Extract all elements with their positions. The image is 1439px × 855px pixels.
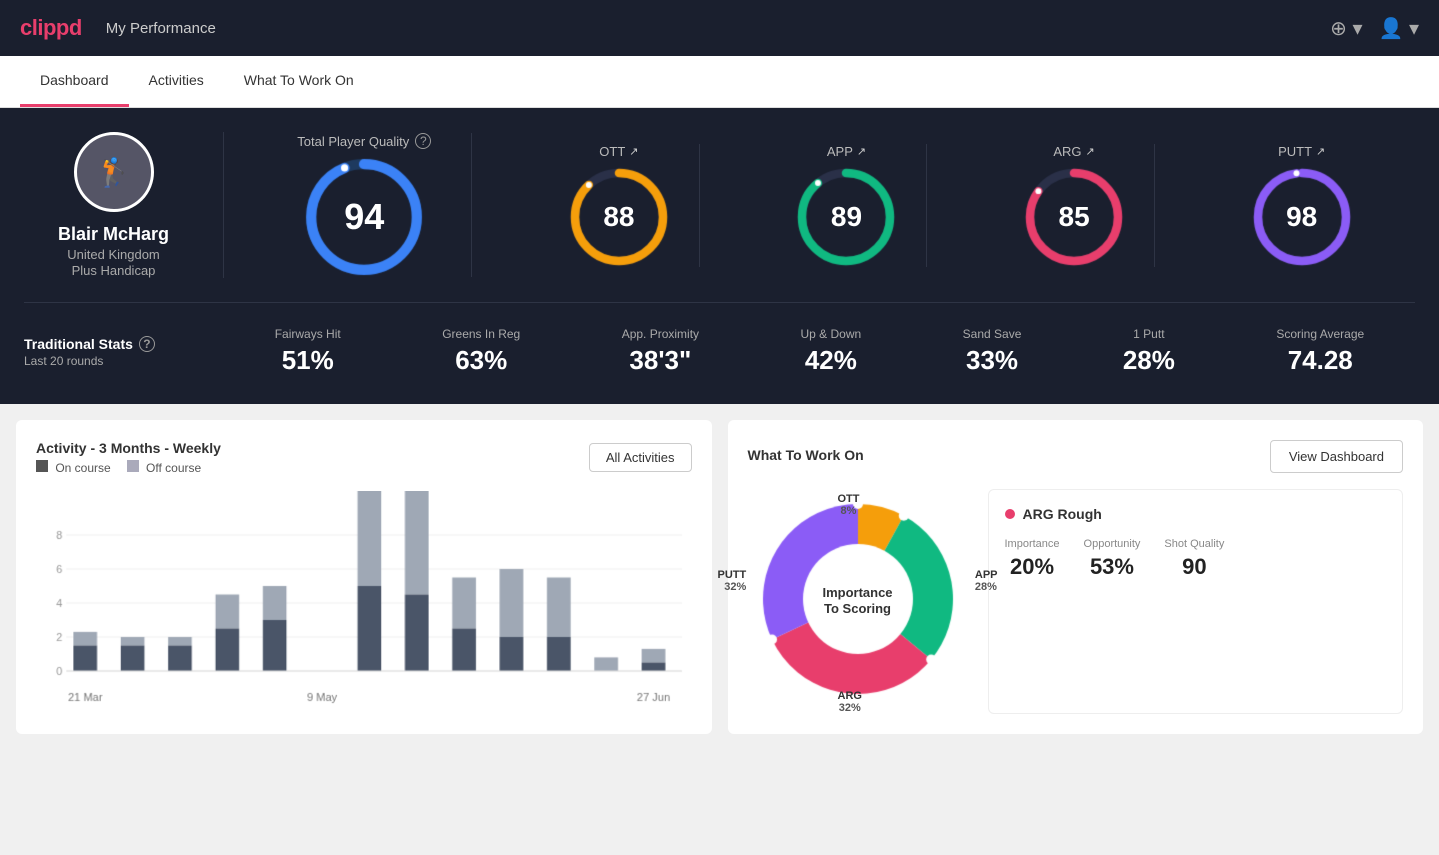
legend-on-course: On course: [36, 460, 111, 475]
arg-arrow: ↗: [1086, 145, 1095, 158]
metric-opportunity: Opportunity 53%: [1084, 538, 1141, 580]
nav-left: clippd My Performance: [20, 15, 216, 41]
score-ott: OTT ↗ 88: [539, 144, 700, 267]
chart-area: [36, 491, 692, 711]
nav-right: ⊕ ▾ 👤 ▾: [1330, 16, 1419, 41]
player-info: 🏌 Blair McHarg United Kingdom Plus Handi…: [24, 132, 224, 278]
wtwo-content: Importance To Scoring OTT8% APP28% ARG32…: [748, 489, 1404, 714]
stat-app-proximity: App. Proximity 38'3": [622, 327, 699, 376]
arg-label: ARG ↗: [1053, 144, 1094, 159]
score-putt: PUTT ↗ 98: [1222, 144, 1382, 267]
info-card-dot: [1005, 509, 1015, 519]
stats-row: Traditional Stats ? Last 20 rounds Fairw…: [24, 302, 1415, 376]
scores-row: Total Player Quality ? 94 OTT ↗ 88: [224, 133, 1415, 277]
putt-value: 98: [1286, 201, 1317, 233]
putt-arrow: ↗: [1316, 145, 1325, 158]
player-country: United Kingdom: [67, 247, 160, 262]
stat-greens-in-reg: Greens In Reg 63%: [442, 327, 520, 376]
logo[interactable]: clippd: [20, 15, 82, 41]
donut-label-putt: PUTT32%: [718, 569, 747, 593]
player-name: Blair McHarg: [58, 224, 169, 245]
chart-title-area: Activity - 3 Months - Weekly On course O…: [36, 440, 221, 475]
app-circle: 89: [796, 167, 896, 267]
info-card-title: ARG Rough: [1005, 506, 1387, 522]
putt-label: PUTT ↗: [1278, 144, 1325, 159]
stats-help-icon[interactable]: ?: [139, 336, 155, 352]
ott-arrow: ↗: [629, 145, 638, 158]
stats-label-col: Traditional Stats ? Last 20 rounds: [24, 336, 224, 368]
stat-1-putt: 1 Putt 28%: [1123, 327, 1175, 376]
stat-fairways-hit: Fairways Hit 51%: [275, 327, 341, 376]
bottom-row: Activity - 3 Months - Weekly On course O…: [0, 404, 1439, 750]
donut-center-text: Importance To Scoring: [822, 585, 892, 619]
player-avatar: 🏌: [74, 132, 154, 212]
donut-label-app: APP28%: [975, 569, 998, 593]
user-avatar[interactable]: 👤 ▾: [1379, 16, 1420, 41]
donut-label-arg: ARG32%: [838, 690, 862, 714]
ott-circle: 88: [569, 167, 669, 267]
chart-header: Activity - 3 Months - Weekly On course O…: [36, 440, 692, 475]
arg-circle: 85: [1024, 167, 1124, 267]
tpq-section: Total Player Quality ? 94: [257, 133, 472, 277]
stats-items: Fairways Hit 51% Greens In Reg 63% App. …: [224, 327, 1415, 376]
nav-title: My Performance: [106, 20, 216, 37]
stat-sand-save: Sand Save 33%: [963, 327, 1022, 376]
donut-area: Importance To Scoring OTT8% APP28% ARG32…: [748, 489, 968, 714]
top-nav: clippd My Performance ⊕ ▾ 👤 ▾: [0, 0, 1439, 56]
tpq-circle: 94: [304, 157, 424, 277]
stat-up-down: Up & Down 42%: [801, 327, 862, 376]
wtwo-panel: What To Work On View Dashboard Importanc…: [728, 420, 1424, 734]
hero-section: 🏌 Blair McHarg United Kingdom Plus Handi…: [0, 108, 1439, 404]
tab-activities[interactable]: Activities: [129, 56, 224, 107]
score-app: APP ↗ 89: [766, 144, 927, 267]
putt-circle: 98: [1252, 167, 1352, 267]
tpq-value: 94: [344, 196, 384, 238]
player-handicap: Plus Handicap: [72, 263, 156, 278]
arg-value: 85: [1059, 201, 1090, 233]
info-metrics: Importance 20% Opportunity 53% Shot Qual…: [1005, 538, 1387, 580]
tpq-help-icon[interactable]: ?: [415, 133, 431, 149]
all-activities-button[interactable]: All Activities: [589, 443, 692, 472]
metric-importance: Importance 20%: [1005, 538, 1060, 580]
score-arg: ARG ↗ 85: [994, 144, 1155, 267]
on-course-dot: [36, 460, 48, 472]
chart-title: Activity - 3 Months - Weekly: [36, 440, 221, 456]
tab-what-to-work-on[interactable]: What To Work On: [224, 56, 374, 107]
wtwo-header: What To Work On View Dashboard: [748, 440, 1404, 473]
tabs-bar: Dashboard Activities What To Work On: [0, 56, 1439, 108]
app-value: 89: [831, 201, 862, 233]
donut-label-ott: OTT8%: [838, 493, 860, 517]
ott-value: 88: [603, 201, 634, 233]
add-icon[interactable]: ⊕ ▾: [1330, 16, 1362, 41]
stats-sub: Last 20 rounds: [24, 354, 204, 368]
view-dashboard-button[interactable]: View Dashboard: [1270, 440, 1403, 473]
activity-panel: Activity - 3 Months - Weekly On course O…: [16, 420, 712, 734]
app-label: APP ↗: [827, 144, 866, 159]
legend-off-course: Off course: [127, 460, 201, 475]
app-arrow: ↗: [857, 145, 866, 158]
wtwo-title: What To Work On: [748, 447, 864, 463]
hero-top: 🏌 Blair McHarg United Kingdom Plus Handi…: [24, 132, 1415, 278]
info-card: ARG Rough Importance 20% Opportunity 53%…: [988, 489, 1404, 714]
metric-shot-quality: Shot Quality 90: [1164, 538, 1224, 580]
chart-legend: On course Off course: [36, 460, 221, 475]
stats-title: Traditional Stats ?: [24, 336, 204, 352]
off-course-dot: [127, 460, 139, 472]
ott-label: OTT ↗: [599, 144, 638, 159]
tpq-label: Total Player Quality ?: [297, 133, 431, 149]
stat-scoring-average: Scoring Average 74.28: [1276, 327, 1364, 376]
tab-dashboard[interactable]: Dashboard: [20, 56, 129, 107]
